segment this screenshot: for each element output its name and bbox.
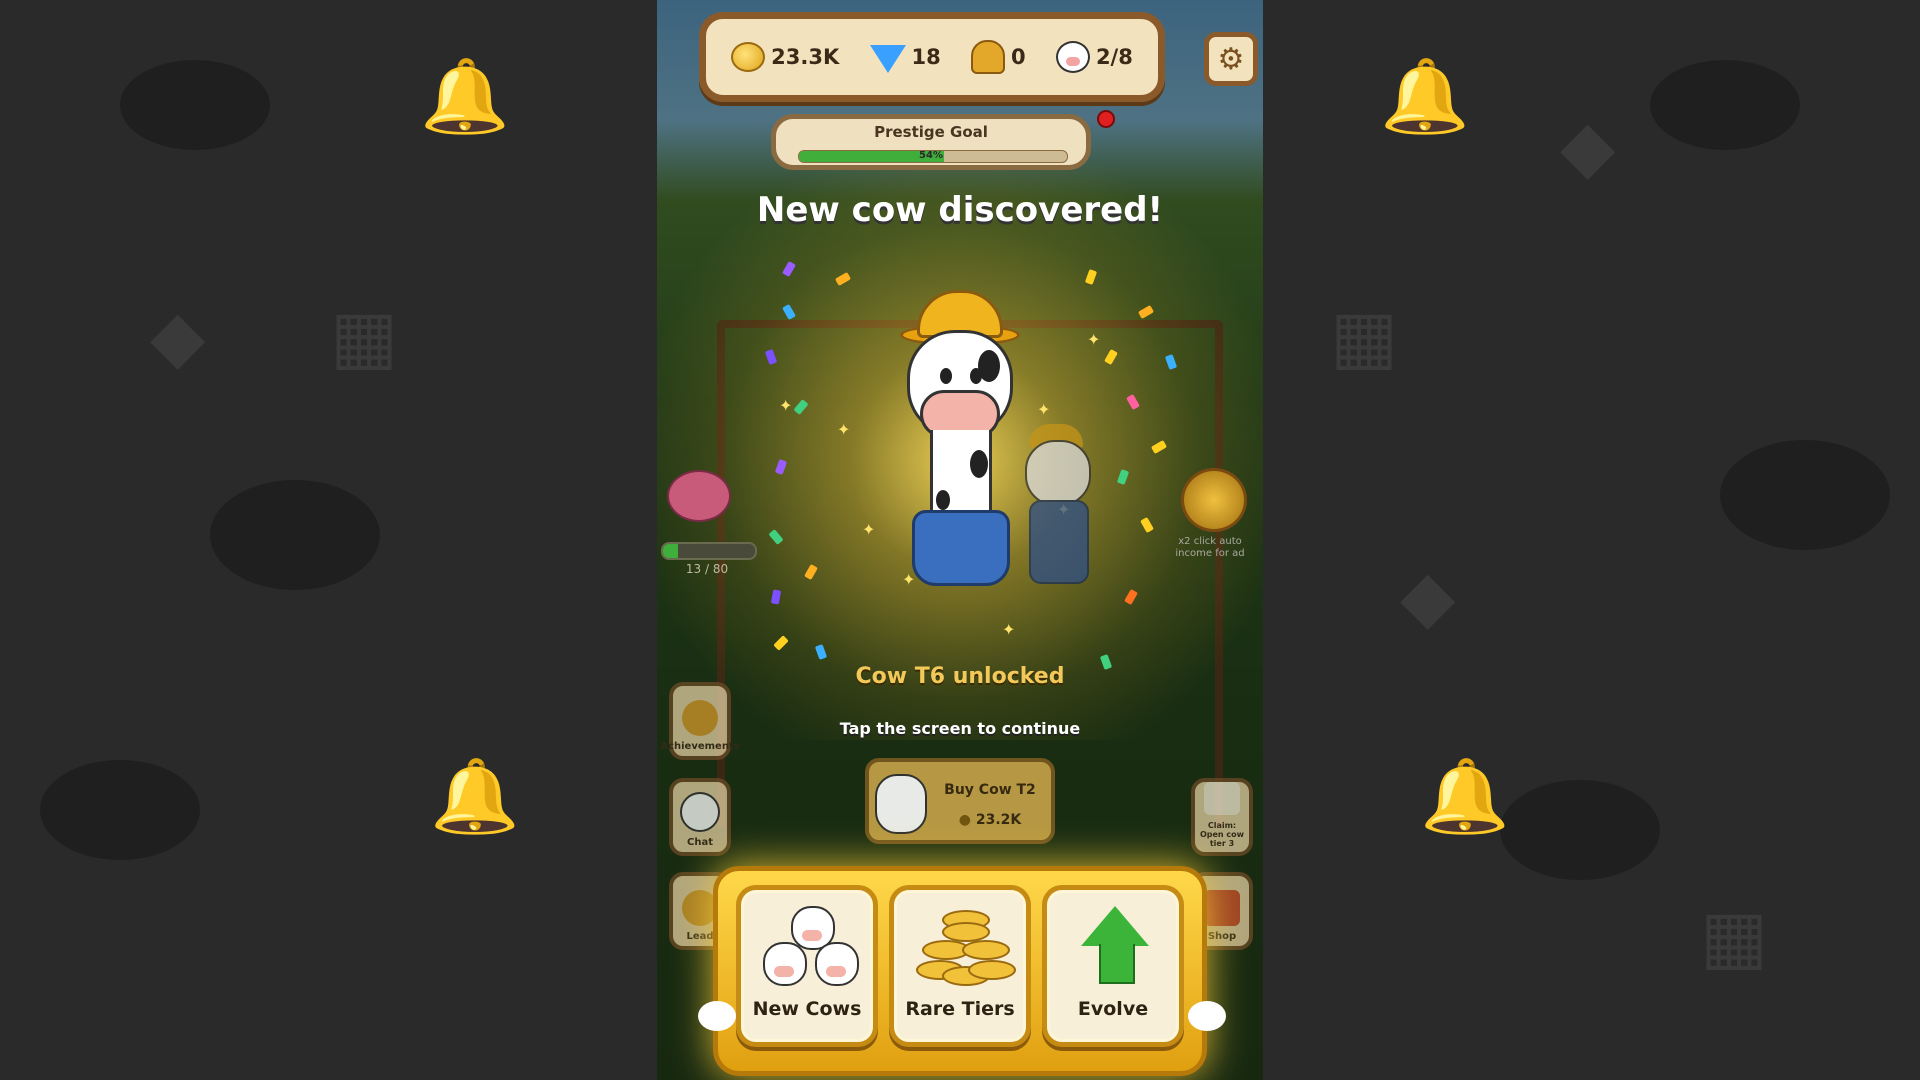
side-progress-fill — [663, 544, 678, 558]
cows-value: 2/8 — [1095, 45, 1133, 69]
chat-label: Chat — [687, 837, 713, 848]
gem-icon — [869, 45, 906, 73]
discovery-headline: New cow discovered! — [756, 190, 1164, 230]
milk-splash-right — [1188, 1001, 1226, 1031]
coins-value: 23.3K — [771, 45, 840, 69]
achievements-label: Achievements — [660, 741, 740, 752]
coin-icon: ● — [958, 812, 971, 828]
game-screen[interactable]: 23.3K 18 0 2/8 ⚙ Prestige Goal 54% New c… — [657, 0, 1263, 1080]
coin-bag-icon[interactable] — [1181, 468, 1247, 532]
scroll-icon — [1204, 782, 1240, 815]
card-evolve[interactable]: Evolve — [1042, 885, 1184, 1047]
cow-face-icon — [1055, 41, 1090, 73]
cow-t2-icon — [875, 774, 927, 834]
continue-hint: Tap the screen to continue — [839, 719, 1081, 738]
buy-cow-price: ● 23.2K — [931, 812, 1049, 828]
card-new-cows-label: New Cows — [752, 998, 862, 1020]
prestige-goal[interactable]: Prestige Goal 54% — [771, 114, 1091, 170]
card-rare-tiers-label: Rare Tiers — [905, 998, 1015, 1020]
card-evolve-label: Evolve — [1077, 998, 1149, 1020]
unlock-text: Cow T6 unlocked — [855, 664, 1065, 689]
buy-cow-title: Buy Cow T2 — [944, 782, 1036, 798]
shop-label: Shop — [1207, 931, 1237, 942]
chat-icon — [680, 792, 720, 832]
milk-splash-left — [698, 1001, 736, 1031]
notification-dot — [1097, 110, 1115, 128]
coin-stack-icon — [916, 910, 1016, 994]
cow-t5-silhouette — [1017, 420, 1097, 590]
buy-cow-button[interactable]: Buy Cow T2 ● 23.2K — [865, 758, 1055, 844]
cow-face-icon — [763, 942, 807, 986]
gear-icon: ⚙ — [1217, 41, 1245, 77]
cow-t6-character — [892, 290, 1022, 590]
chat-button[interactable]: Chat — [669, 778, 731, 856]
resource-bar: 23.3K 18 0 2/8 — [699, 12, 1165, 102]
bells-counter: 0 — [971, 40, 1026, 74]
settings-button[interactable]: ⚙ — [1204, 32, 1258, 86]
reward-panel: New Cows Rare Tiers Evolve — [698, 866, 1226, 1076]
claim-label: Claim: Open cow tier 3 — [1199, 821, 1245, 848]
cows-counter: 2/8 — [1055, 41, 1133, 73]
bell-icon — [971, 40, 1006, 74]
gems-value: 18 — [911, 45, 941, 69]
side-progress-label: 13 / 80 — [685, 562, 729, 576]
gems-counter: 18 — [869, 41, 941, 73]
side-progress-bar — [661, 542, 757, 560]
cow-face-icon — [815, 942, 859, 986]
ad-bonus-text: x2 click auto income for ad — [1175, 536, 1245, 559]
prestige-title: Prestige Goal — [874, 123, 988, 141]
coins-counter: 23.3K — [731, 42, 839, 72]
card-new-cows[interactable]: New Cows — [736, 885, 878, 1047]
bells-value: 0 — [1011, 45, 1026, 69]
buy-cow-price-value: 23.2K — [975, 812, 1022, 828]
claim-quest-button[interactable]: Claim: Open cow tier 3 — [1191, 778, 1253, 856]
piggy-bank-icon[interactable] — [667, 470, 731, 522]
shop-icon — [1204, 890, 1240, 926]
leaderboard-label: Lead — [686, 931, 714, 942]
prestige-percent: 54% — [919, 150, 943, 161]
coin-stack-icon — [731, 42, 766, 72]
card-rare-tiers[interactable]: Rare Tiers — [889, 885, 1031, 1047]
